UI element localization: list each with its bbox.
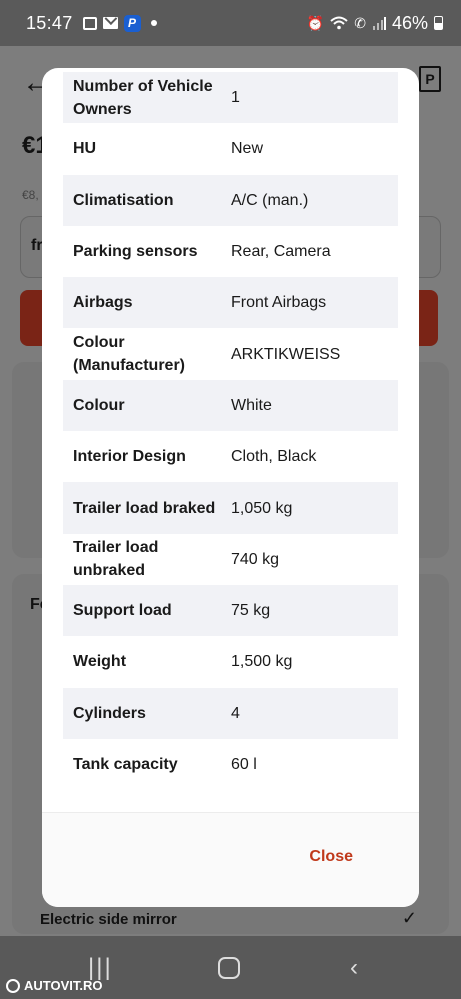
spec-row: Colour White: [63, 379, 398, 432]
spec-key: Colour: [73, 396, 125, 414]
spec-key: Climatisation: [73, 191, 174, 209]
gallery-icon: [82, 16, 97, 30]
spec-row: Colour (Manufacturer) ARKTIKWEISS: [63, 328, 398, 379]
spec-key: Support load: [73, 602, 172, 620]
spec-value: Rear, Camera: [231, 243, 331, 261]
spec-value: 75 kg: [231, 602, 271, 620]
alarm-icon: ⏰: [306, 14, 325, 31]
spec-key: Cylinders: [73, 704, 146, 722]
spec-row: Weight 1,500 kg: [63, 636, 398, 687]
spec-value: ARKTIKWEISS: [231, 345, 341, 363]
spec-row: Climatisation A/C (man.): [63, 174, 398, 226]
spec-value: White: [231, 396, 272, 414]
spec-row: Cylinders 4: [63, 687, 398, 739]
nav-back-icon[interactable]: ‹: [350, 954, 358, 982]
call-icon: ✆: [354, 14, 366, 31]
spec-key: Parking sensors: [73, 243, 198, 261]
modal-footer: Close: [42, 813, 419, 907]
watermark-logo-icon: [6, 978, 20, 993]
spec-value: Cloth, Black: [231, 448, 317, 466]
feature-electric-side-mirror: Electric side mirror: [40, 911, 177, 928]
spec-value: 1: [231, 89, 240, 107]
spec-row: Support load 75 kg: [63, 584, 398, 637]
mail-icon: [102, 17, 118, 29]
spec-value: 740 kg: [231, 550, 280, 568]
price-subtext: €8,: [22, 188, 39, 202]
status-time: 15:47: [26, 12, 73, 33]
spec-key: Weight: [73, 653, 127, 671]
spec-value: 60 l: [231, 756, 257, 773]
spec-value: Front Airbags: [231, 294, 327, 312]
spec-value: New: [231, 140, 264, 158]
spec-key: Tank capacity: [73, 756, 178, 773]
spec-key: Trailer load unbraked: [73, 539, 159, 580]
spec-key: Number of Vehicle Owners: [73, 77, 213, 118]
spec-row: Interior Design Cloth, Black: [63, 431, 398, 482]
spec-row: Number of Vehicle Owners 1: [63, 72, 398, 124]
watermark-text: AUTOVIT.RO: [24, 978, 103, 993]
bookmark-icon[interactable]: P: [419, 66, 441, 92]
dot-icon: [150, 20, 157, 26]
spec-row: Airbags Front Airbags: [63, 277, 398, 329]
spec-key: Interior Design: [73, 448, 186, 466]
signal-icon: [372, 17, 386, 30]
wifi-icon: [330, 16, 348, 30]
status-bar: 15:47 P ⏰ ✆ 46%: [0, 0, 461, 46]
spec-key: HU: [73, 140, 97, 158]
notification-icons: P: [82, 14, 157, 32]
spec-row: Trailer load braked 1,050 kg: [63, 482, 398, 534]
spec-row: Trailer load unbraked 740 kg: [63, 534, 398, 585]
financing-box-label: fr: [31, 237, 43, 254]
battery-percent: 46%: [391, 12, 428, 33]
spec-value: 4: [231, 704, 240, 722]
spec-value: 1,500 kg: [231, 653, 293, 671]
spec-value: 1,050 kg: [231, 499, 293, 517]
spec-key: Airbags: [73, 294, 133, 312]
close-button[interactable]: Close: [309, 848, 353, 866]
watermark: AUTOVIT.RO: [6, 978, 103, 993]
specs-modal: Number of Vehicle Owners 1 HU New Climatisat…: [42, 68, 419, 907]
home-icon[interactable]: [218, 957, 240, 979]
spec-key: Trailer load braked: [73, 499, 216, 517]
spec-value: A/C (man.): [231, 191, 309, 209]
battery-icon: [434, 16, 443, 30]
system-icons: ⏰ ✆ 46%: [307, 13, 443, 34]
spec-row: Parking sensors Rear, Camera: [63, 226, 398, 277]
paypal-icon: P: [123, 14, 141, 32]
spec-key: Colour (Manufacturer): [73, 334, 186, 375]
specs-list: Number of Vehicle Owners 1 HU New Climatisat…: [63, 72, 398, 790]
check-icon: ✓: [401, 908, 417, 928]
spec-row: Tank capacity 60 l: [63, 739, 398, 790]
spec-row: HU New: [63, 123, 398, 174]
